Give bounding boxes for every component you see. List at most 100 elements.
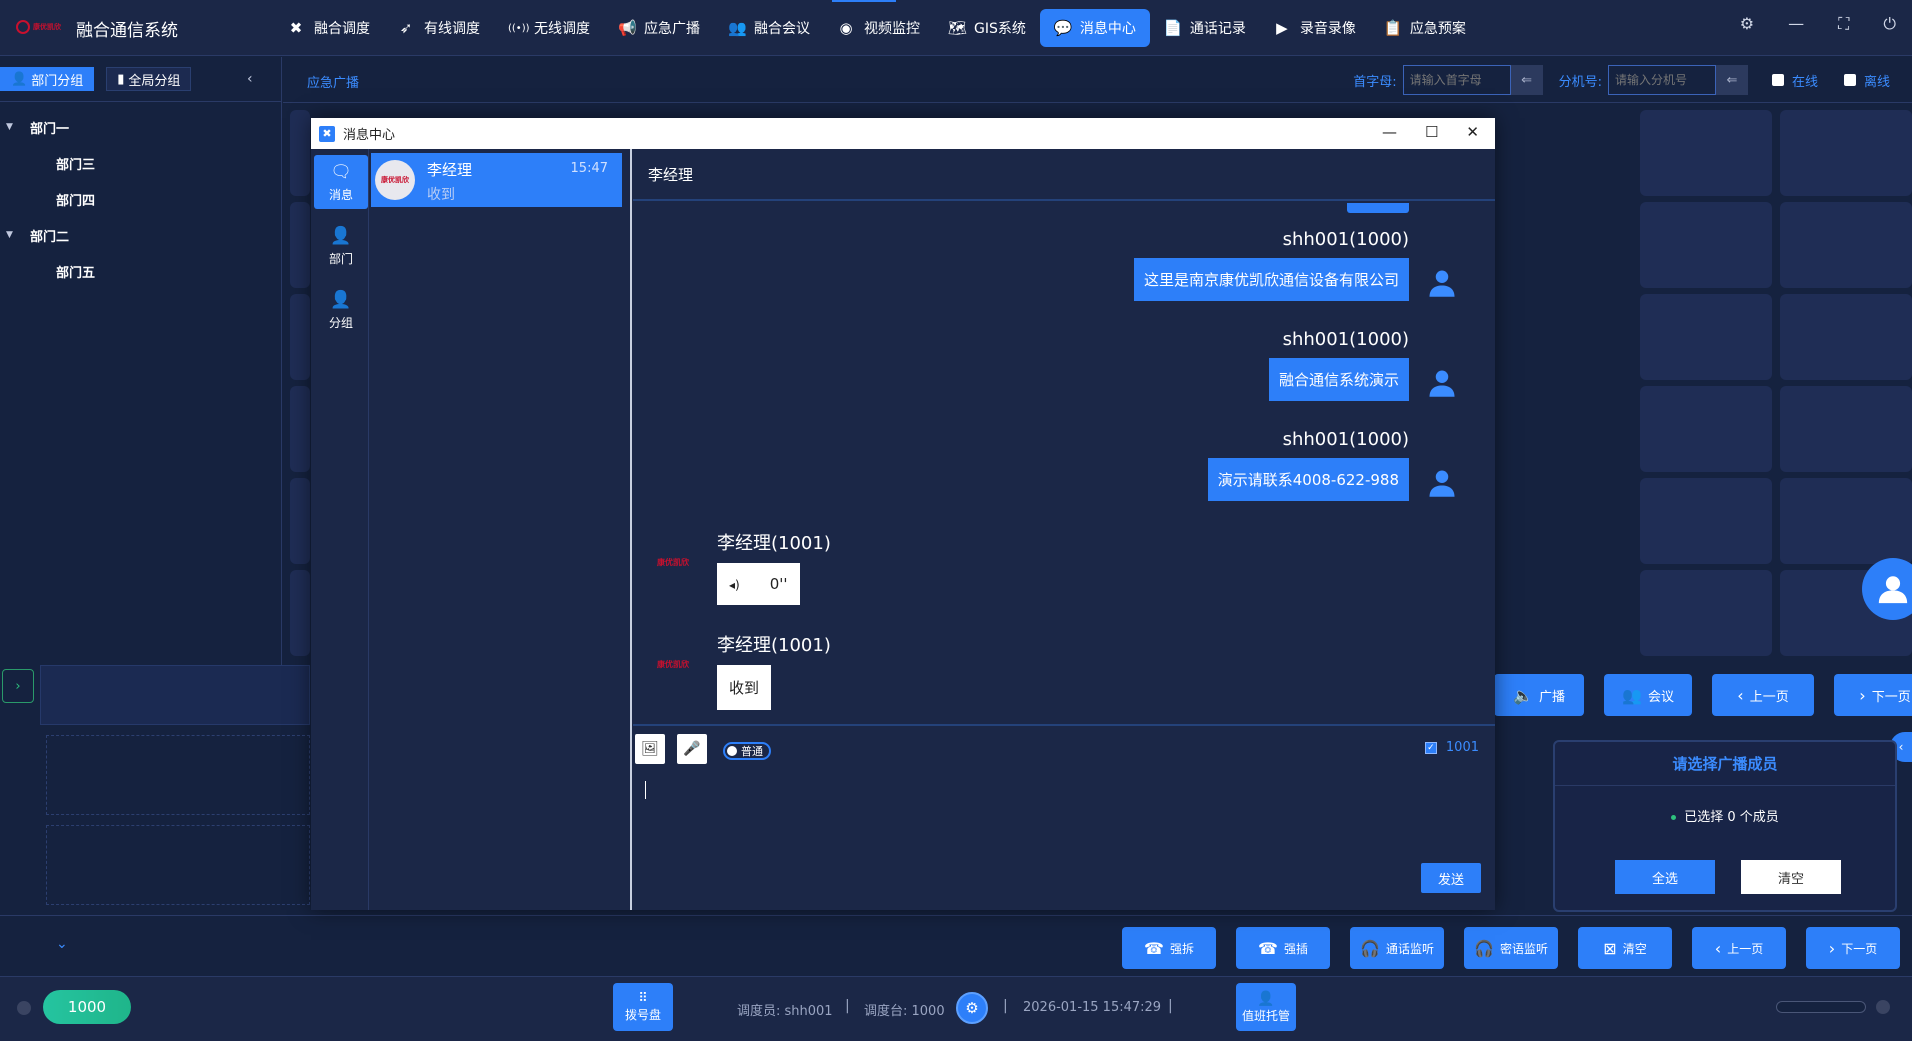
action-label: 密语监听	[1499, 941, 1548, 956]
clear-icon: ⊠	[1603, 938, 1617, 958]
caret-down-icon[interactable]: ▼	[6, 122, 30, 132]
collapse-panel-icon[interactable]: ‹	[247, 71, 253, 87]
nav-item-1[interactable]: ➶ 有线调度	[384, 9, 494, 47]
bottom-action-button-5[interactable]: ‹ 上一页	[1692, 927, 1786, 969]
nav-item-10[interactable]: 📋 应急预案	[1370, 9, 1480, 47]
rail-item-group[interactable]: 👤 分组	[314, 283, 368, 337]
left-panel: 👤 部门分组 ▮ 全局分组 ‹ ▼ 部门一 部门三 部门四 ▼ 部门二 部门五	[0, 57, 282, 665]
action-button-0[interactable]: 🔈 广播	[1494, 674, 1584, 716]
fullscreen-icon[interactable]: ⛶	[1838, 14, 1849, 34]
clear-button[interactable]: 清空	[1741, 860, 1841, 894]
extension-input[interactable]	[1607, 65, 1716, 95]
member-cell[interactable]	[1780, 110, 1912, 196]
user-icon	[1427, 367, 1457, 399]
tree-item[interactable]: 部门四	[0, 181, 95, 217]
select-all-button[interactable]: 全选	[1615, 860, 1715, 894]
bottom-action-button-3[interactable]: 🎧 密语监听	[1464, 927, 1558, 969]
caret-down-icon[interactable]: ▼	[6, 230, 30, 240]
nav-item-8[interactable]: 📄 通话记录	[1150, 9, 1260, 47]
member-cell[interactable]	[290, 294, 310, 380]
initial-label: 首字母:	[1353, 74, 1397, 90]
nav-item-6[interactable]: 🗺 GIS系统	[934, 9, 1040, 47]
image-icon[interactable]: 🖼	[635, 734, 665, 764]
extension-clear-button[interactable]: ⇐	[1715, 65, 1748, 95]
chat-icon: 💬	[1053, 19, 1073, 37]
tab-global-group[interactable]: ▮ 全局分组	[106, 67, 192, 91]
dialpad-button[interactable]: ⠿ 拨号盘	[613, 983, 673, 1031]
action-button-3[interactable]: › 下一页	[1834, 674, 1912, 716]
member-cell[interactable]	[1780, 294, 1912, 380]
member-cell[interactable]	[1780, 478, 1912, 564]
voice-message-bubble[interactable]: ◂) 0''	[717, 563, 800, 605]
maximize-icon[interactable]: ☐	[1425, 123, 1438, 141]
settings-icon[interactable]: ⚙	[956, 992, 988, 1024]
minimize-icon[interactable]: —	[1382, 123, 1397, 141]
nav-label: 有线调度	[424, 21, 480, 37]
bottom-action-button-6[interactable]: › 下一页	[1806, 927, 1900, 969]
nav-item-0[interactable]: ✖ 融合调度	[274, 9, 384, 47]
member-cell[interactable]	[1640, 478, 1772, 564]
microphone-icon[interactable]: 🎤	[677, 734, 707, 764]
settings-icon[interactable]: ⚙	[1740, 14, 1754, 34]
member-cell[interactable]	[290, 478, 310, 564]
receiver-checkbox[interactable]: ✓ 1001	[1424, 740, 1479, 755]
member-cell[interactable]	[290, 570, 310, 656]
power-icon[interactable]: ⏻	[1883, 14, 1896, 34]
conversation-last-message: 收到	[427, 187, 455, 203]
tree-item[interactable]: 部门五	[0, 253, 95, 289]
tab-department-group[interactable]: 👤 部门分组	[0, 67, 95, 91]
tree-item[interactable]: 部门三	[0, 145, 95, 181]
prev-page-icon: ‹	[1714, 938, 1722, 958]
action-button-1[interactable]: 👥 会议	[1604, 674, 1692, 716]
member-cell[interactable]	[1780, 386, 1912, 472]
nav-item-4[interactable]: 👥 融合会议	[714, 9, 824, 47]
minimize-icon[interactable]: —	[1788, 14, 1804, 34]
rail-item-messages[interactable]: 🗨 消息	[314, 155, 368, 209]
nav-item-3[interactable]: 📢 应急广播	[604, 9, 714, 47]
nav-item-2[interactable]: ((•)) 无线调度	[494, 9, 604, 47]
nav-item-9[interactable]: ▶ 录音录像	[1260, 9, 1370, 47]
volume-slider[interactable]	[1776, 1001, 1866, 1013]
bottom-action-button-2[interactable]: 🎧 通话监听	[1350, 927, 1444, 969]
message-list[interactable]: shh001(1000) 这里是南京康优凯欣通信设备有限公司 shh001(1000…	[633, 203, 1495, 723]
bottom-action-button-0[interactable]: ☎ 强拆	[1122, 927, 1216, 969]
member-cell[interactable]	[1640, 110, 1772, 196]
offline-checkbox[interactable]: 离线	[1843, 71, 1890, 90]
send-button[interactable]: 发送	[1421, 863, 1481, 893]
headset-icon: 🎧	[1360, 938, 1380, 958]
nav-label: 消息中心	[1079, 21, 1136, 37]
breadcrumb[interactable]: 应急广播	[307, 72, 359, 91]
main-nav: ✖ 融合调度 ➶ 有线调度 ((•)) 无线调度 📢 应急广播 👥 融合会议 ◉ 视频监控 🗺 GIS系统…	[274, 9, 1480, 47]
text-input[interactable]	[645, 781, 646, 799]
action-row-top: 🔈 广播 👥 会议 ‹ 上一页 › 下一页	[1494, 674, 1912, 716]
duty-hosting-button[interactable]: 👤 值班托管	[1236, 983, 1296, 1031]
initial-input[interactable]	[1402, 65, 1511, 95]
close-icon[interactable]: ✕	[1466, 123, 1479, 141]
expand-arrow-icon[interactable]: ›	[2, 669, 34, 703]
member-cell[interactable]	[290, 386, 310, 472]
message-mode-toggle[interactable]: 普通	[723, 742, 771, 760]
tree-item[interactable]: ▼ 部门二	[0, 217, 95, 253]
nav-item-5[interactable]: ◉ 视频监控	[824, 9, 934, 47]
member-cell[interactable]	[1780, 202, 1912, 288]
initial-clear-button[interactable]: ⇐	[1510, 65, 1543, 95]
member-cell[interactable]	[1640, 294, 1772, 380]
rail-item-department[interactable]: 👤 部门	[314, 219, 368, 273]
member-cell[interactable]	[290, 202, 310, 288]
member-cell[interactable]	[1640, 202, 1772, 288]
bottom-action-button-1[interactable]: ☎ 强插	[1236, 927, 1330, 969]
member-cell[interactable]	[290, 110, 310, 196]
member-cell[interactable]	[1640, 386, 1772, 472]
rocket-icon: ➶	[399, 19, 413, 37]
action-button-2[interactable]: ‹ 上一页	[1712, 674, 1814, 716]
bottom-action-button-4[interactable]: ⊠ 清空	[1578, 927, 1672, 969]
tree-item[interactable]: ▼ 部门一	[0, 109, 95, 145]
nav-label: 应急广播	[644, 21, 700, 37]
chevron-down-icon[interactable]: ⌄	[56, 936, 68, 952]
member-cell[interactable]	[1640, 570, 1772, 656]
conversation-item[interactable]: 康优凯欣 李经理 收到 15:47	[371, 153, 622, 207]
online-checkbox[interactable]: 在线	[1771, 71, 1818, 90]
nav-item-7[interactable]: 💬 消息中心	[1039, 9, 1150, 47]
extension-badge[interactable]: 1000	[43, 990, 131, 1024]
force-disconnect-icon: ☎	[1144, 938, 1164, 958]
